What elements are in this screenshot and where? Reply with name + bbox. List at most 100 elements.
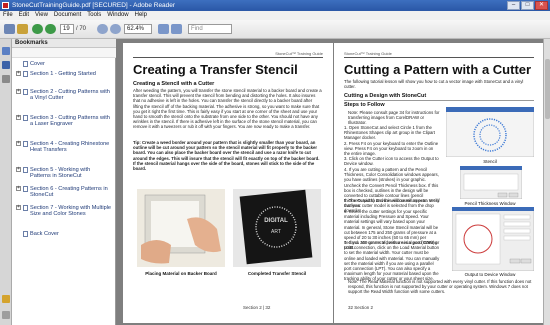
comments-panel-icon[interactable]: [2, 295, 10, 303]
bookmark-label: Section 5 - Working with Patterns in Sto…: [30, 167, 91, 180]
menu-edit[interactable]: Edit: [19, 11, 29, 20]
document-icon: [23, 205, 28, 211]
bookmark-label: Back Cover: [30, 231, 59, 237]
document-page-right: StoneCut™ Training Guide Cutting a Patte…: [334, 43, 544, 323]
note-paragraph: Note: Please consult page 34 for instruc…: [348, 110, 440, 126]
vertical-scrollbar[interactable]: [543, 39, 550, 325]
document-icon: [23, 231, 28, 237]
bookmark-label: Section 6 - Creating Patterns in StoneCu…: [30, 186, 108, 199]
figure-caption: Output to Device Window: [464, 272, 516, 277]
navigation-strip: [0, 39, 12, 325]
menu-window[interactable]: Window: [107, 11, 128, 20]
bookmark-label: Section 1 - Getting Started: [30, 71, 96, 77]
step-7: 7. If you are connected with a serial po…: [344, 240, 440, 282]
expand-icon[interactable]: +: [16, 205, 21, 210]
email-icon[interactable]: [17, 24, 28, 34]
step-2: 2. Press F4 on your keyboard to enter th…: [344, 141, 439, 157]
maximize-button[interactable]: □: [521, 1, 534, 10]
zoom-level-select[interactable]: 62.4%: [124, 24, 152, 34]
tip-paragraph: Tip: Create a weed border around your pa…: [133, 140, 320, 172]
page-title: Cutting a Pattern with a Cutter: [344, 62, 532, 77]
bookmarks-panel: Bookmarks Cover + Section 1 - Getting St…: [12, 39, 116, 325]
adobe-reader-icon: [2, 2, 9, 9]
document-icon: [23, 61, 28, 67]
running-head: StoneCut™ Training Guide: [344, 51, 392, 56]
page-footer: Section 2 | 32: [243, 305, 271, 310]
step-1: 1. Open StoneCut and select Circle 1 fro…: [344, 125, 436, 141]
window-title-bar: StoneCutTrainingGuide.pdf [SECURED] - Ad…: [0, 0, 550, 11]
note-paragraph: Note: The Read Material function is not …: [348, 279, 532, 295]
expand-icon[interactable]: +: [16, 115, 21, 120]
bookmark-label: Section 7 - Working with Multiple Size a…: [30, 205, 112, 218]
step-3: 3. Click on the Cutter icon to access th…: [344, 156, 439, 167]
paperclip-icon[interactable]: [2, 311, 10, 319]
running-head: StoneCut™ Training Guide: [275, 51, 323, 56]
section-rule: [344, 100, 534, 101]
menu-document[interactable]: Document: [54, 11, 81, 20]
bookmarks-panel-icon[interactable]: [2, 61, 10, 69]
document-icon: [23, 167, 28, 173]
fit-width-icon[interactable]: [171, 24, 182, 34]
window-controls: – □ ✕: [507, 1, 548, 10]
section-subhead: Cutting a Design with StoneCut: [344, 93, 427, 99]
zoom-in-icon[interactable]: [110, 24, 121, 34]
bookmark-label: Section 3 - Cutting Patterns with a Lase…: [30, 115, 110, 128]
header-rule: [133, 57, 323, 58]
expand-icon[interactable]: +: [16, 71, 21, 76]
close-button[interactable]: ✕: [535, 1, 548, 10]
menu-view[interactable]: View: [35, 11, 48, 20]
svg-text:DIGITAL: DIGITAL: [264, 218, 288, 224]
menu-file[interactable]: File: [3, 11, 13, 20]
page-total: / 70: [76, 26, 87, 32]
output-device-screenshot: [452, 207, 534, 271]
expand-icon[interactable]: +: [16, 141, 21, 146]
menu-tools[interactable]: Tools: [87, 11, 101, 20]
previous-page-icon[interactable]: [32, 24, 43, 34]
attachments-panel-icon[interactable]: [2, 75, 10, 83]
expand-icon[interactable]: +: [16, 89, 21, 94]
bookmarks-header: Bookmarks: [12, 39, 116, 48]
window-title: StoneCutTrainingGuide.pdf [SECURED] - Ad…: [12, 2, 176, 9]
document-icon: [23, 71, 28, 77]
bookmarks-toolbar: [12, 48, 116, 58]
stencil-screenshot: [446, 107, 534, 157]
toolbar: 19 / 70 62.4% Find: [0, 20, 550, 39]
scrollbar-thumb[interactable]: [545, 59, 550, 119]
minimize-button[interactable]: –: [507, 1, 520, 10]
figure-caption: Pencil Thickness Window: [464, 201, 516, 206]
photo-placing-material: [137, 189, 225, 267]
photo-caption: Placing Material on Backer Board: [145, 271, 217, 276]
next-page-icon[interactable]: [45, 24, 56, 34]
document-icon: [23, 186, 28, 192]
document-icon: [23, 115, 28, 121]
zoom-out-icon[interactable]: [97, 24, 108, 34]
expand-icon[interactable]: +: [16, 167, 21, 172]
menu-bar: File Edit View Document Tools Window Hel…: [0, 11, 550, 20]
find-input[interactable]: Find: [188, 24, 232, 34]
bookmark-label: Section 2 - Cutting Patterns with a Viny…: [30, 89, 110, 102]
photo-completed-stencil: DIGITAL ART: [233, 189, 321, 267]
bookmark-label: Cover: [30, 61, 45, 67]
fit-page-icon[interactable]: [158, 24, 169, 34]
bookmark-label: Section 4 - Creating Rhinestone Heat Tra…: [30, 141, 110, 154]
menu-help[interactable]: Help: [135, 11, 147, 20]
section-subhead: Creating a Stencil with a Cutter: [133, 81, 215, 87]
pencil-thickness-screenshot: [460, 166, 522, 199]
document-viewer[interactable]: StoneCut™ Training Guide Creating a Tran…: [116, 39, 550, 325]
photo-caption: Completed Transfer Stencil: [247, 271, 307, 276]
page-number-input[interactable]: 19: [60, 24, 74, 34]
document-icon: [23, 89, 28, 95]
page-footer: 32 Section 2: [348, 305, 374, 310]
page-title: Creating a Transfer Stencil: [133, 62, 298, 77]
pages-panel-icon[interactable]: [2, 47, 10, 55]
expand-icon[interactable]: +: [16, 186, 21, 191]
svg-text:ART: ART: [271, 229, 281, 235]
document-icon: [23, 141, 28, 147]
figure-caption: Stencil: [483, 159, 497, 164]
header-rule: [344, 57, 534, 58]
print-icon[interactable]: [4, 24, 15, 34]
steps-subhead: Steps to Follow: [344, 102, 385, 108]
intro-paragraph: The following tutorial lesson will show …: [344, 79, 524, 90]
document-page-left: StoneCut™ Training Guide Creating a Tran…: [123, 43, 333, 323]
body-paragraph: After weeding the pattern, you will tran…: [133, 88, 322, 130]
